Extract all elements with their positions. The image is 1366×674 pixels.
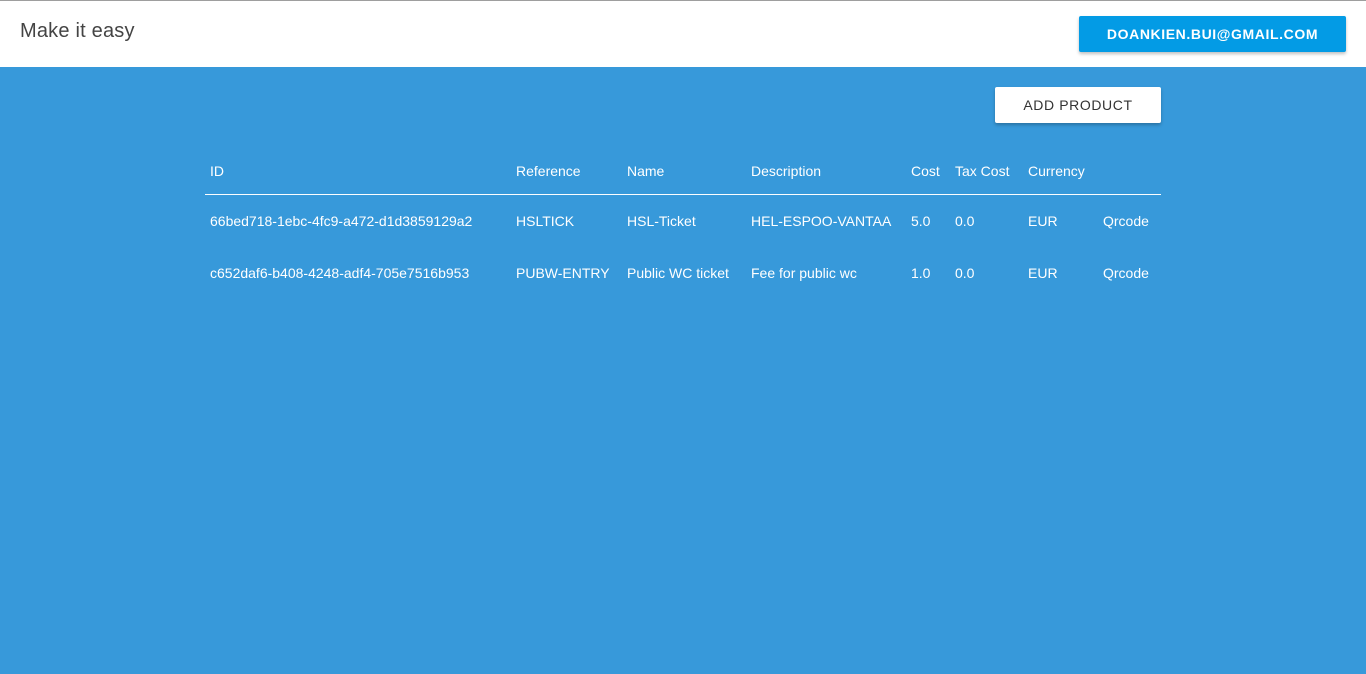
column-header-currency: Currency <box>1023 148 1098 195</box>
column-header-cost: Cost <box>906 148 950 195</box>
cell-description: HEL-ESPOO-VANTAA <box>751 213 892 229</box>
cell-id: c652daf6-b408-4248-adf4-705e7516b953 <box>210 265 470 281</box>
column-header-tax-cost: Tax Cost <box>950 148 1023 195</box>
qrcode-link[interactable]: Qrcode <box>1103 265 1149 281</box>
cell-currency: EUR <box>1028 213 1058 229</box>
column-header-id: ID <box>205 148 511 195</box>
cell-description: Fee for public wc <box>751 265 857 281</box>
user-account-button[interactable]: DOANKIEN.BUI@GMAIL.COM <box>1079 16 1346 52</box>
products-table: ID Reference Name Description Cost Tax C… <box>205 148 1161 299</box>
cell-cost: 1.0 <box>911 265 931 281</box>
column-header-name: Name <box>622 148 746 195</box>
column-header-description: Description <box>746 148 906 195</box>
cell-action: Qrcode <box>1098 247 1161 299</box>
brand-title: Make it easy <box>20 20 135 42</box>
cell-name: HSL-Ticket <box>627 213 696 229</box>
table-row: c652daf6-b408-4248-adf4-705e7516b953 PUB… <box>205 247 1161 299</box>
table-body: 66bed718-1ebc-4fc9-a472-d1d3859129a2 HSL… <box>205 195 1161 300</box>
cell-id: 66bed718-1ebc-4fc9-a472-d1d3859129a2 <box>210 213 473 229</box>
cell-tax-cost: 0.0 <box>955 213 975 229</box>
cell-action: Qrcode <box>1098 195 1161 248</box>
app-header: Make it easy DOANKIEN.BUI@GMAIL.COM <box>0 1 1366 67</box>
add-product-button[interactable]: ADD PRODUCT <box>995 87 1161 123</box>
column-header-reference: Reference <box>511 148 622 195</box>
header-row: ID Reference Name Description Cost Tax C… <box>205 148 1161 195</box>
cell-reference: HSLTICK <box>516 213 575 229</box>
table-row: 66bed718-1ebc-4fc9-a472-d1d3859129a2 HSL… <box>205 195 1161 248</box>
cell-tax-cost: 0.0 <box>955 265 975 281</box>
qrcode-link[interactable]: Qrcode <box>1103 213 1149 229</box>
cell-reference: PUBW-ENTRY <box>516 265 610 281</box>
cell-cost: 5.0 <box>911 213 931 229</box>
cell-currency: EUR <box>1028 265 1058 281</box>
table-header: ID Reference Name Description Cost Tax C… <box>205 148 1161 195</box>
cell-name: Public WC ticket <box>627 265 729 281</box>
column-header-action <box>1098 148 1161 195</box>
